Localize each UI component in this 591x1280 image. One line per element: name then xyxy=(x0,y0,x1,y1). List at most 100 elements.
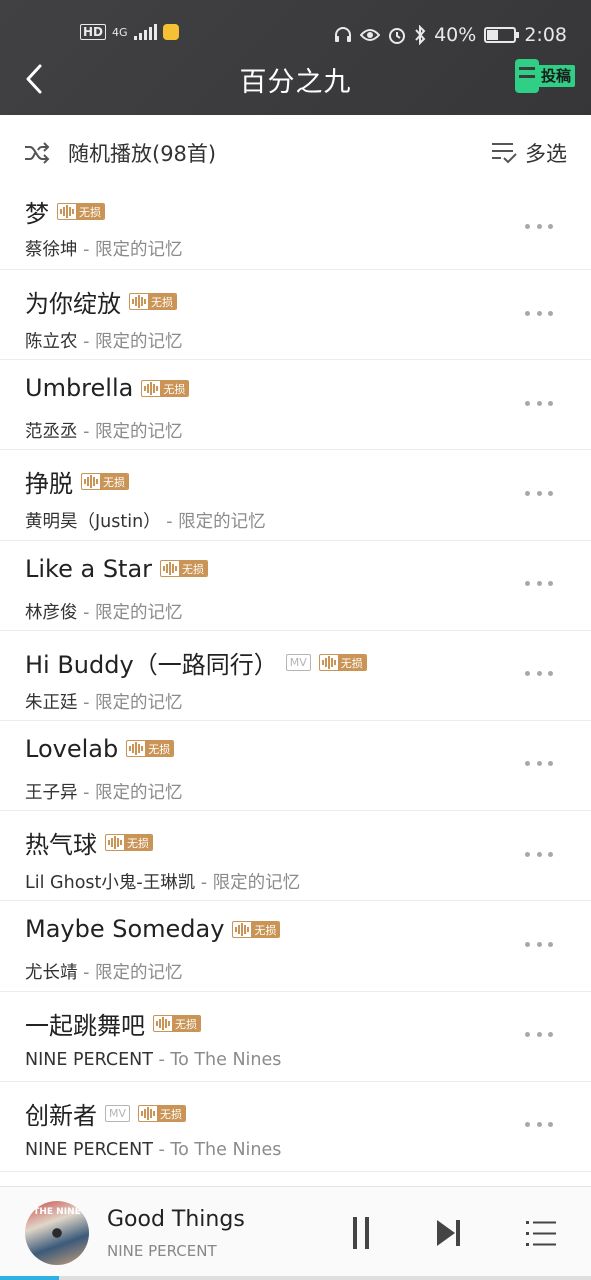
network-type: 4G xyxy=(112,25,128,39)
song-album: 限定的记忆 xyxy=(94,422,183,443)
headphones-icon xyxy=(335,27,352,42)
song-album: 限定的记忆 xyxy=(212,873,301,894)
lossless-label: 无损 xyxy=(179,561,208,577)
song-list: 梦无损 蔡徐坤 - 限定的记忆 为你绽放 无损 陈立农 - 限定的记忆 Umbrella 无… xyxy=(0,188,591,1172)
more-options-icon[interactable] xyxy=(525,669,553,679)
song-album: 限定的记忆 xyxy=(94,963,183,984)
separator: - xyxy=(152,1049,171,1070)
song-subtitle: Lil Ghost小鬼-王琳凯 - 限定的记忆 xyxy=(25,869,300,894)
contribute-button[interactable]: 投稿 xyxy=(514,58,575,94)
battery-percent: 40% xyxy=(434,24,477,46)
waveform-icon xyxy=(139,1106,157,1121)
lossless-label: 无损 xyxy=(145,741,174,757)
song-subtitle: 范丞丞 - 限定的记忆 xyxy=(25,418,182,443)
lossless-label: 无损 xyxy=(148,294,176,309)
lossless-label: 无损 xyxy=(337,654,366,670)
song-artist: Lil Ghost小鬼-王琳凯 xyxy=(25,873,196,894)
song-title: Hi Buddy（一路同行） xyxy=(25,650,278,679)
playback-progress[interactable] xyxy=(0,1276,591,1280)
song-row[interactable]: 一起跳舞吧 无损 NINE PERCENT - To The Nines xyxy=(0,992,591,1082)
more-options-icon[interactable] xyxy=(525,1030,553,1040)
hd-badge: HD xyxy=(80,24,107,40)
song-row[interactable]: Like a Star 无损 林彦俊 - 限定的记忆 xyxy=(0,541,591,631)
song-title-row: 为你绽放 无损 xyxy=(25,284,177,319)
song-title-row: Umbrella 无损 xyxy=(25,374,190,403)
more-options-icon[interactable] xyxy=(525,488,553,498)
mini-player[interactable]: THE NINE Good Things NINE PERCENT xyxy=(0,1186,591,1280)
song-title: 为你绽放 xyxy=(25,290,121,318)
pause-button[interactable] xyxy=(350,1217,372,1249)
battery-icon xyxy=(484,27,520,43)
eye-icon xyxy=(360,29,381,41)
song-row[interactable]: Maybe Someday 无损 尤长靖 - 限定的记忆 xyxy=(0,901,591,992)
separator: - xyxy=(160,512,179,533)
multi-select-icon xyxy=(492,143,517,164)
song-subtitle: 林彦俊 - 限定的记忆 xyxy=(25,599,182,624)
song-title-row: Hi Buddy（一路同行） MV 无损 xyxy=(25,645,367,680)
more-options-icon[interactable] xyxy=(525,221,553,231)
contribute-label: 投稿 xyxy=(536,65,575,87)
mv-badge[interactable]: MV xyxy=(105,1104,131,1122)
song-title-row: 创新者 MV 无损 xyxy=(25,1096,187,1131)
waveform-icon xyxy=(320,655,338,670)
mv-badge[interactable]: MV xyxy=(285,653,311,671)
more-options-icon[interactable] xyxy=(525,849,553,859)
song-title-row: 挣脱 无损 xyxy=(25,464,129,499)
lossless-label: 无损 xyxy=(160,380,189,396)
song-row[interactable]: 创新者 MV 无损 NINE PERCENT - To The Nines xyxy=(0,1082,591,1172)
separator: - xyxy=(195,873,213,894)
song-title-row: 梦 无损 xyxy=(25,194,105,229)
more-options-icon[interactable] xyxy=(525,308,553,318)
now-playing-title: Good Things xyxy=(107,1207,245,1232)
separator: - xyxy=(152,1139,171,1160)
song-title: Umbrella xyxy=(25,374,134,403)
separator: - xyxy=(77,782,95,803)
song-title-row: Maybe Someday 无损 xyxy=(25,915,281,944)
more-options-icon[interactable] xyxy=(525,759,553,769)
lossless-label: 无损 xyxy=(172,1015,200,1031)
bluetooth-icon xyxy=(415,25,426,45)
song-artist: 尤长靖 xyxy=(25,963,78,984)
lossless-badge: 无损 xyxy=(232,920,281,938)
shuffle-icon xyxy=(25,142,50,164)
separator: - xyxy=(77,240,95,260)
song-row[interactable]: 热气球 无损 Lil Ghost小鬼-王琳凯 - 限定的记忆 xyxy=(0,811,591,902)
song-artist: NINE PERCENT xyxy=(25,1049,153,1070)
separator: - xyxy=(77,422,95,443)
clock: 2:08 xyxy=(524,24,567,46)
song-subtitle: 陈立农 - 限定的记忆 xyxy=(25,328,182,353)
album-cover[interactable]: THE NINE xyxy=(25,1201,89,1265)
separator: - xyxy=(77,602,95,623)
waveform-icon xyxy=(82,474,100,489)
song-row[interactable]: Hi Buddy（一路同行） MV 无损 朱正廷 - 限定的记忆 xyxy=(0,631,591,721)
shuffle-play-button[interactable]: 随机播放(98首) xyxy=(24,138,216,168)
song-row[interactable]: 梦 无损 蔡徐坤 - 限定的记忆 xyxy=(0,188,591,270)
song-row[interactable]: Umbrella 无损范丞丞 - 限定的记忆 xyxy=(0,360,591,451)
song-artist: 林彦俊 xyxy=(25,602,78,623)
waveform-icon xyxy=(233,922,251,937)
song-subtitle: 王子异 - 限定的记忆 xyxy=(25,779,182,804)
waveform-icon xyxy=(142,381,160,396)
list-toolbar: 随机播放(98首) 多选 xyxy=(0,115,591,188)
multi-select-button[interactable]: 多选 xyxy=(491,138,567,168)
song-row[interactable]: 为你绽放 无损陈立农 - 限定的记忆 xyxy=(0,270,591,361)
song-title-row: Like a Star 无损 xyxy=(25,555,209,583)
more-options-icon[interactable] xyxy=(525,579,553,589)
song-artist: 陈立农 xyxy=(25,332,78,352)
playlist-icon[interactable] xyxy=(525,1217,557,1249)
more-options-icon[interactable] xyxy=(525,398,553,408)
shuffle-label: 随机播放(98首) xyxy=(68,142,217,166)
next-track-icon[interactable] xyxy=(435,1218,461,1248)
now-playing-artist: NINE PERCENT xyxy=(107,1242,217,1260)
song-album: 限定的记忆 xyxy=(178,512,266,533)
song-row[interactable]: 挣脱 无损黄明昊（Justin） - 限定的记忆 xyxy=(0,450,591,541)
song-row[interactable]: Lovelab 无损 王子异 - 限定的记忆 xyxy=(0,721,591,812)
lossless-badge: 无损 xyxy=(153,1014,201,1032)
waveform-icon xyxy=(130,294,148,309)
more-options-icon[interactable] xyxy=(525,939,553,949)
more-options-icon[interactable] xyxy=(525,1120,553,1130)
song-album: To The Nines xyxy=(170,1139,282,1160)
song-artist: 黄明昊（Justin） xyxy=(25,512,161,533)
song-title: 梦 xyxy=(25,200,49,228)
song-title: Maybe Someday xyxy=(25,915,225,944)
